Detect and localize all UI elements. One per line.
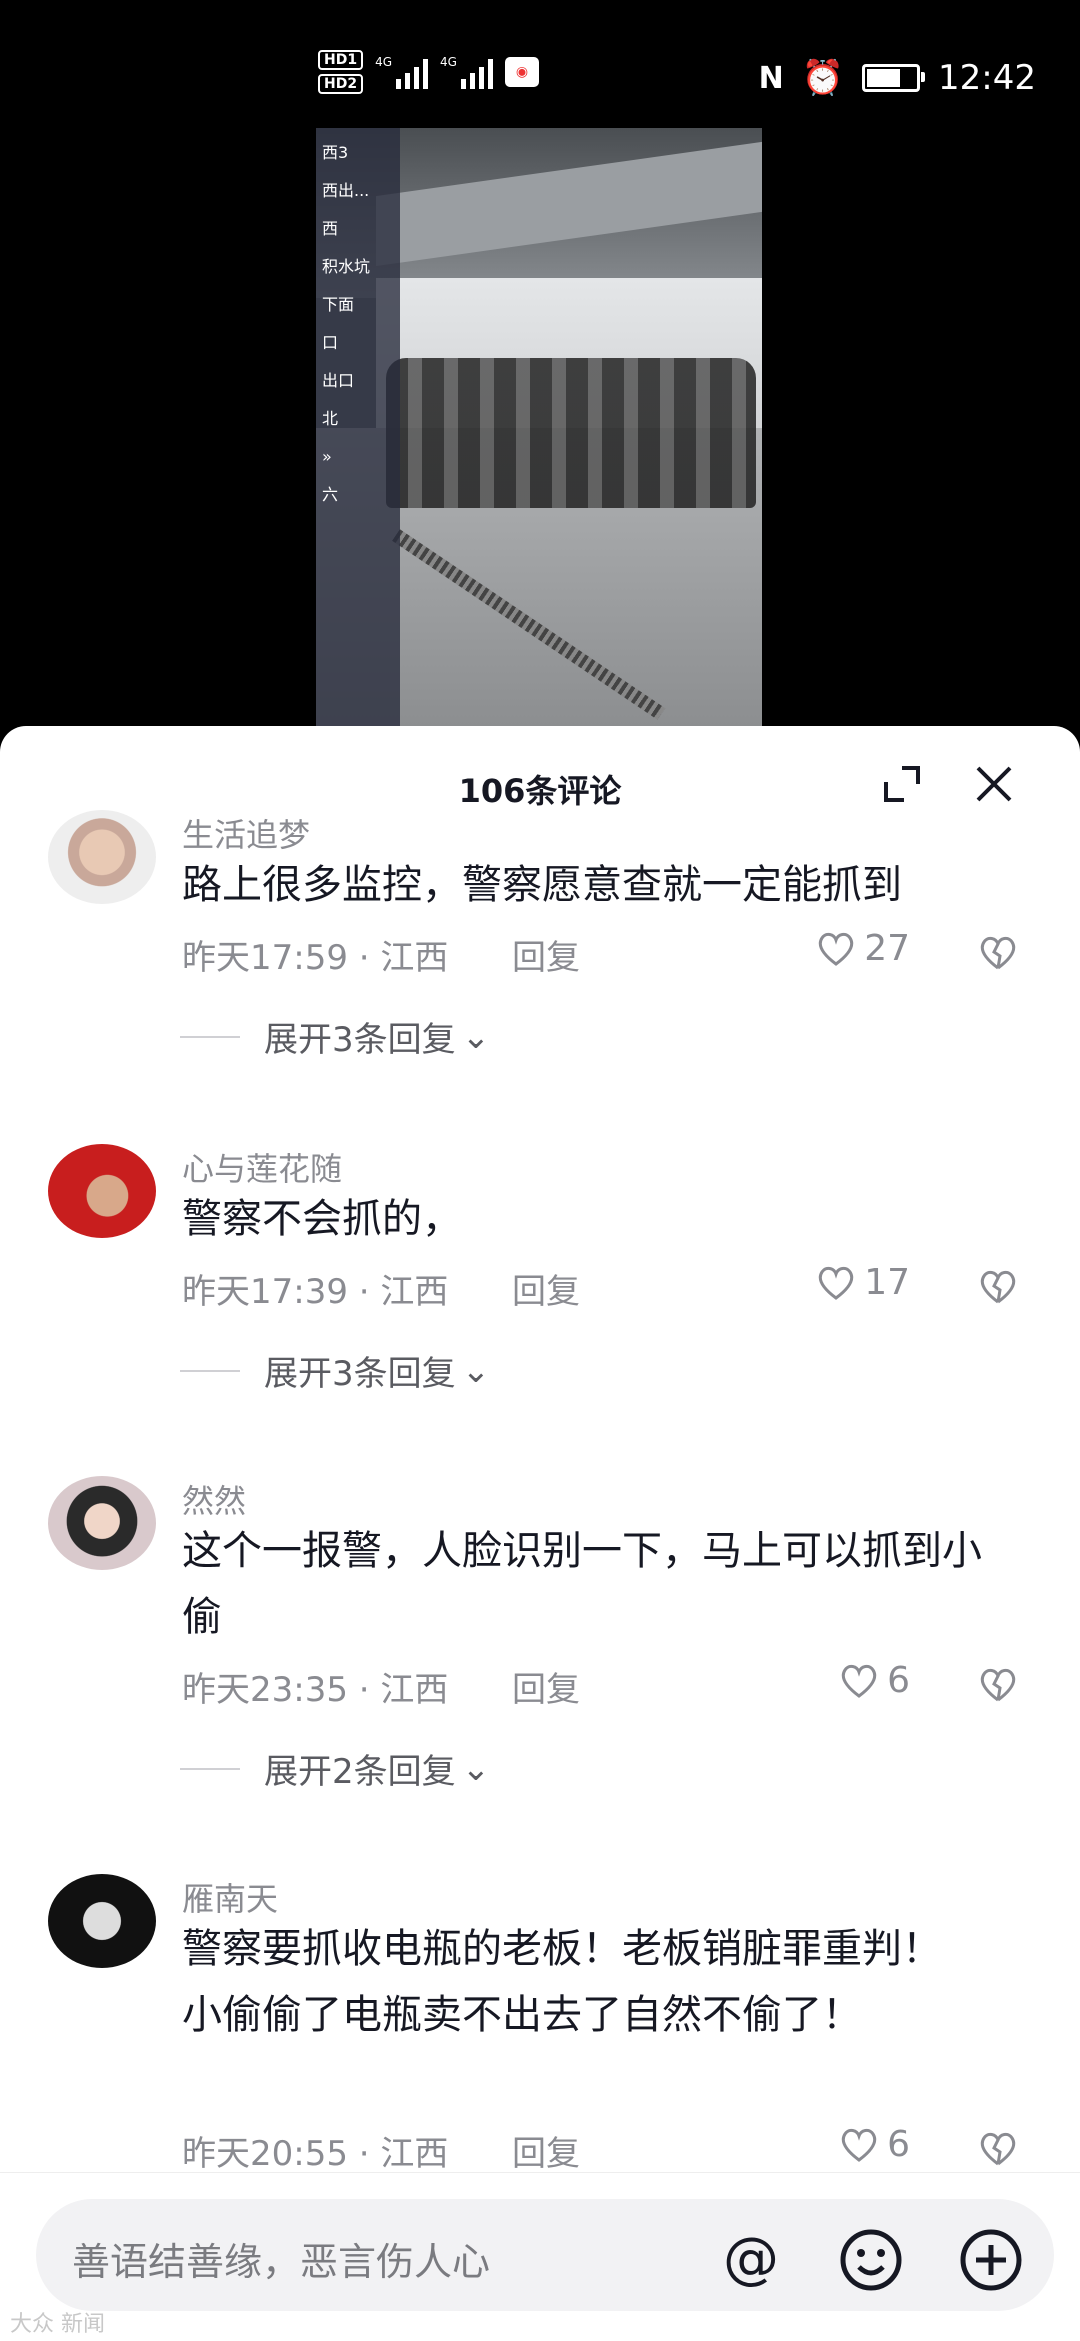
watermark: 大众 新闻 — [10, 2312, 105, 2337]
net2-label: 4G — [440, 55, 457, 69]
comment-username[interactable]: 然然 — [182, 1476, 246, 1522]
video-player[interactable]: 西3 西出... 西积水坑下面口出口北 » 六 — [316, 128, 762, 728]
comment-username[interactable]: 心与莲花随 — [182, 1144, 342, 1190]
status-left: HD1 HD2 4G 4G ◉ — [318, 50, 539, 94]
dislike-heart-icon[interactable] — [976, 1664, 1020, 1704]
emoji-icon[interactable] — [836, 2225, 906, 2295]
comment-text: 警察要抓收电瓶的老板！老板销脏罪重判！小偷偷了电瓶卖不出去了自然不偷了！ — [182, 1926, 942, 2038]
like-count: 17 — [864, 1262, 910, 1303]
signal-2-icon: 4G — [440, 55, 493, 89]
chevron-down-icon: ⌄ — [461, 1748, 491, 1789]
dislike-heart-icon[interactable] — [976, 932, 1020, 972]
like-count: 6 — [887, 1660, 910, 1701]
heart-icon — [841, 2128, 877, 2162]
battery-icon — [862, 64, 926, 92]
add-icon[interactable] — [956, 2225, 1026, 2295]
avatar[interactable] — [48, 810, 156, 904]
heart-icon — [818, 932, 854, 966]
hd-indicators: HD1 HD2 — [318, 50, 364, 94]
heart-icon — [818, 1266, 854, 1300]
like-count: 27 — [864, 928, 910, 969]
comment-text: 警察不会抓的， — [182, 1196, 462, 1242]
comment-sheet: 106条评论 生活追梦 路上很多监控，警察愿意查就一定能抓到 昨天17:59 ·… — [0, 726, 1080, 2340]
expand-replies-label: 展开3条回复 — [264, 1020, 456, 1060]
alarm-icon: ⏰ — [801, 58, 845, 98]
like-count: 6 — [887, 2124, 910, 2165]
video-overlay-label: » — [322, 447, 332, 466]
status-bar: HD1 HD2 4G 4G ◉ N ⏰ 12:42 — [0, 0, 1080, 128]
like-button[interactable]: 6 — [839, 1660, 910, 1701]
video-overlay-label: 西 — [322, 219, 339, 238]
comment-text: 这个一报警，人脸识别一下，马上可以抓到小偷 — [182, 1528, 982, 1640]
reply-button[interactable]: 回复 — [512, 1264, 580, 1313]
video-overlay-label: 西出... — [322, 181, 370, 200]
hd2-badge: HD2 — [318, 74, 364, 94]
video-overlay-label: 六 — [322, 485, 339, 504]
hd1-badge: HD1 — [318, 50, 364, 70]
avatar[interactable] — [48, 1476, 156, 1570]
chevron-down-icon: ⌄ — [461, 1016, 491, 1057]
status-right: N ⏰ 12:42 — [759, 58, 1036, 98]
close-icon[interactable] — [972, 762, 1016, 806]
video-overlay-label: 出口 — [322, 371, 355, 390]
dislike-heart-icon[interactable] — [976, 1266, 1020, 1306]
heart-icon — [841, 1664, 877, 1698]
video-overlay-label: 口 — [322, 333, 339, 352]
status-time: 12:42 — [938, 58, 1036, 98]
avatar[interactable] — [48, 1874, 156, 1968]
comment-input[interactable]: 善语结善缘，恶言伤人心 @ — [36, 2199, 1054, 2311]
expand-replies-button[interactable]: 展开2条回复 ⌄ — [180, 1744, 490, 1793]
comment-username[interactable]: 生活追梦 — [182, 810, 310, 856]
chevron-down-icon: ⌄ — [461, 1350, 491, 1391]
reply-button[interactable]: 回复 — [512, 2126, 580, 2175]
expand-icon[interactable] — [880, 762, 924, 806]
like-button[interactable]: 6 — [839, 2124, 910, 2165]
expand-replies-label: 展开3条回复 — [264, 1354, 456, 1394]
comment-input-bar: 善语结善缘，恶言伤人心 @ — [0, 2172, 1080, 2341]
dislike-heart-icon[interactable] — [976, 2128, 1020, 2168]
video-camera-list-overlay: 西3 西出... 西积水坑下面口出口北 » 六 — [316, 128, 400, 728]
comment-meta: 昨天20:55 · 江西 — [182, 2134, 449, 2174]
comment-meta: 昨天17:59 · 江西 — [182, 938, 449, 978]
comment-meta: 昨天23:35 · 江西 — [182, 1670, 449, 1710]
expand-replies-button[interactable]: 展开3条回复 ⌄ — [180, 1346, 490, 1395]
comment-text: 路上很多监控，警察愿意查就一定能抓到 — [182, 862, 902, 908]
nfc-icon: N — [758, 60, 784, 96]
comment-input-placeholder: 善语结善缘，恶言伤人心 — [72, 2240, 491, 2284]
net1-label: 4G — [375, 55, 393, 69]
mention-icon[interactable]: @ — [716, 2225, 786, 2295]
comment-username[interactable]: 雁南天 — [182, 1874, 278, 1920]
avatar[interactable] — [48, 1144, 156, 1238]
reply-button[interactable]: 回复 — [512, 1662, 580, 1711]
like-button[interactable]: 27 — [816, 928, 910, 969]
video-overlay-label: 西3 — [322, 143, 349, 162]
video-parked-bikes — [386, 358, 756, 508]
expand-replies-button[interactable]: 展开3条回复 ⌄ — [180, 1012, 490, 1061]
comment-meta: 昨天17:39 · 江西 — [182, 1272, 449, 1312]
like-button[interactable]: 17 — [816, 1262, 910, 1303]
reply-button[interactable]: 回复 — [512, 930, 580, 979]
video-overlay-label: 积水坑 — [322, 257, 371, 276]
video-overlay-label: 北 — [322, 409, 339, 428]
svg-text:@: @ — [723, 2226, 779, 2291]
app-notification-icon: ◉ — [504, 57, 539, 87]
video-overlay-label: 下面 — [322, 295, 355, 314]
expand-replies-label: 展开2条回复 — [264, 1752, 456, 1792]
signal-1-icon: 4G — [375, 55, 429, 89]
